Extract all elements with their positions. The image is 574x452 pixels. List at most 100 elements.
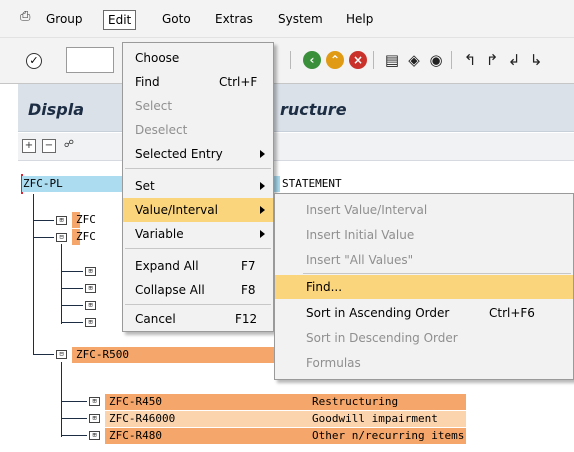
tree-line bbox=[61, 305, 83, 306]
menu-item-label: Selected Entry bbox=[135, 147, 223, 161]
tree-line bbox=[33, 194, 34, 354]
sap-menu-icon[interactable]: ⎙ bbox=[20, 10, 36, 24]
menu-item-collapse-all[interactable]: Collapse All F8 bbox=[123, 278, 273, 302]
menu-item-shortcut: Ctrl+F bbox=[219, 75, 258, 89]
menu-item-choose[interactable]: Choose bbox=[123, 46, 273, 70]
node-leaf-icon[interactable]: ⊞ bbox=[85, 267, 96, 276]
menu-separator bbox=[303, 273, 571, 274]
menu-system[interactable]: System bbox=[278, 11, 323, 27]
command-field[interactable] bbox=[66, 47, 114, 73]
menu-goto[interactable]: Goto bbox=[162, 11, 191, 27]
find-icon[interactable]: ◈ bbox=[405, 51, 423, 69]
tree-line bbox=[61, 322, 83, 323]
tree-node-r500[interactable]: ZFC-R500 bbox=[72, 347, 275, 363]
first-page-icon[interactable]: ↰ bbox=[461, 51, 479, 69]
submenu-arrow-icon bbox=[260, 182, 265, 190]
menu-item-label: Value/Interval bbox=[135, 203, 218, 217]
menu-item-label: Sort in Descending Order bbox=[306, 331, 458, 345]
menu-item-deselect: Deselect bbox=[123, 118, 273, 142]
menu-item-label: Insert "All Values" bbox=[306, 253, 414, 267]
tree-line bbox=[61, 244, 62, 324]
previous-page-icon[interactable]: ↱ bbox=[483, 51, 501, 69]
application-toolbar: + − ☍ bbox=[18, 133, 574, 161]
tree-node-label[interactable]: ZFC bbox=[72, 229, 96, 245]
exit-icon[interactable]: ⌃ bbox=[326, 51, 344, 69]
menu-group[interactable]: Group bbox=[46, 11, 83, 27]
submenu-arrow-icon bbox=[260, 230, 265, 238]
menu-help[interactable]: Help bbox=[346, 11, 373, 27]
tree-line bbox=[33, 354, 54, 355]
tree-line bbox=[61, 401, 87, 402]
menu-item-set[interactable]: Set bbox=[123, 174, 273, 198]
tree-line bbox=[33, 237, 54, 238]
menu-item-label: Variable bbox=[135, 227, 184, 241]
tree-line bbox=[33, 220, 54, 221]
print-icon[interactable]: ▤ bbox=[383, 51, 401, 69]
node-leaf-icon[interactable]: ⊞ bbox=[85, 318, 96, 327]
tree-root-description: STATEMENT bbox=[282, 177, 342, 190]
tree-line bbox=[61, 288, 83, 289]
node-leaf-icon[interactable]: ⊞ bbox=[85, 284, 96, 293]
node-leaf-icon[interactable]: ⊞ bbox=[89, 414, 100, 423]
toolbar-separator bbox=[290, 51, 291, 69]
menu-item-variable[interactable]: Variable bbox=[123, 222, 273, 246]
menu-item-label: Sort in Ascending Order bbox=[306, 306, 450, 320]
submenu-item-find[interactable]: Find... bbox=[275, 275, 573, 299]
back-icon[interactable]: ‹ bbox=[303, 51, 321, 69]
next-page-icon[interactable]: ↲ bbox=[505, 51, 523, 69]
menu-extras[interactable]: Extras bbox=[215, 11, 253, 27]
submenu-arrow-icon bbox=[260, 150, 265, 158]
screen-title-part: Displa bbox=[28, 100, 85, 119]
collapse-subtree-icon[interactable]: − bbox=[42, 139, 56, 153]
other-group-icon[interactable]: ☍ bbox=[62, 139, 76, 153]
tree-line bbox=[61, 435, 87, 436]
menu-item-label: Deselect bbox=[135, 123, 188, 137]
menu-separator bbox=[125, 248, 271, 249]
menu-item-label: Choose bbox=[135, 51, 180, 65]
tree-node-description: Restructuring bbox=[306, 394, 466, 410]
standard-toolbar: ✓ ‹ ⌃ × ▤ ◈ ◉ ↰ ↱ ↲ ↳ bbox=[0, 38, 574, 84]
node-leaf-icon[interactable]: ⊞ bbox=[85, 301, 96, 310]
menu-item-cancel[interactable]: Cancel F12 bbox=[123, 307, 273, 331]
enter-check-icon[interactable]: ✓ bbox=[26, 53, 42, 69]
submenu-item-sort-ascending[interactable]: Sort in Ascending Order Ctrl+F6 bbox=[275, 301, 573, 325]
find-next-icon[interactable]: ◉ bbox=[427, 51, 445, 69]
menu-item-expand-all[interactable]: Expand All F7 bbox=[123, 254, 273, 278]
node-leaf-icon[interactable]: ⊞ bbox=[89, 397, 100, 406]
node-folder-icon[interactable]: ⊟ bbox=[56, 233, 67, 242]
menu-edit[interactable]: Edit bbox=[103, 10, 137, 30]
menu-item-find[interactable]: Find Ctrl+F bbox=[123, 70, 273, 94]
submenu-item-insert-all-values: Insert "All Values" bbox=[275, 248, 573, 272]
node-folder-icon[interactable]: ⊞ bbox=[56, 216, 67, 225]
node-folder-icon[interactable]: ⊟ bbox=[56, 350, 67, 359]
last-page-icon[interactable]: ↳ bbox=[527, 51, 545, 69]
tree-node-label[interactable]: ZFC-R450 bbox=[105, 394, 306, 410]
submenu-item-insert-value-interval: Insert Value/Interval bbox=[275, 198, 573, 222]
menu-separator bbox=[125, 168, 271, 169]
menu-item-shortcut: F8 bbox=[241, 283, 256, 297]
menu-item-shortcut: F12 bbox=[235, 312, 258, 326]
menu-item-label: Cancel bbox=[135, 312, 176, 326]
tree-node-label[interactable]: ZFC-R46000 bbox=[105, 411, 306, 427]
menu-item-label: Find... bbox=[306, 280, 343, 294]
toolbar-separator bbox=[451, 51, 452, 69]
screen-title-bar: Displa ructure bbox=[18, 84, 574, 132]
menu-item-selected-entry[interactable]: Selected Entry bbox=[123, 142, 273, 166]
menu-separator bbox=[125, 304, 271, 305]
cancel-icon[interactable]: × bbox=[349, 51, 367, 69]
tree-line bbox=[61, 362, 62, 437]
expand-subtree-icon[interactable]: + bbox=[22, 139, 36, 153]
node-leaf-icon[interactable]: ⊞ bbox=[89, 431, 100, 440]
tree-node-label[interactable]: ZFC-R480 bbox=[105, 428, 306, 444]
menu-item-label: Insert Value/Interval bbox=[306, 203, 428, 217]
menu-item-shortcut: F7 bbox=[241, 259, 256, 273]
tree-line bbox=[61, 418, 87, 419]
menu-item-value-interval[interactable]: Value/Interval bbox=[123, 198, 273, 222]
menu-item-label: Set bbox=[135, 179, 155, 193]
toolbar-separator bbox=[373, 51, 374, 69]
menu-item-label: Select bbox=[135, 99, 173, 113]
menu-item-select: Select bbox=[123, 94, 273, 118]
menu-item-label: Collapse All bbox=[135, 283, 205, 297]
tree-node-label[interactable]: ZFC bbox=[72, 212, 96, 228]
submenu-item-sort-descending: Sort in Descending Order bbox=[275, 326, 573, 350]
